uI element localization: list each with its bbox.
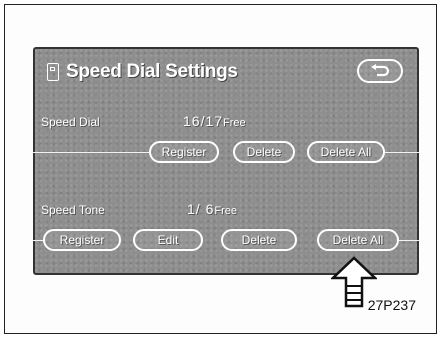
divider-line <box>33 152 149 153</box>
speed-tone-delete-all-button[interactable]: Delete All <box>317 229 399 251</box>
speed-dial-delete-button[interactable]: Delete <box>233 141 295 163</box>
speed-tone-delete-button[interactable]: Delete <box>221 229 297 251</box>
figure-frame: Speed Dial Settings Speed Dial 16/17Free… <box>4 4 437 334</box>
speed-dial-delete-all-button[interactable]: Delete All <box>307 141 385 163</box>
speed-tone-count: 1/ 6Free <box>187 201 237 217</box>
speed-dial-register-button[interactable]: Register <box>149 141 219 163</box>
figure-reference: 27P237 <box>367 297 416 313</box>
display-screen: Speed Dial Settings Speed Dial 16/17Free… <box>33 47 419 275</box>
speed-dial-label: Speed Dial <box>41 115 100 129</box>
back-button[interactable] <box>357 59 403 83</box>
speed-tone-register-button[interactable]: Register <box>43 229 121 251</box>
title-bar: Speed Dial Settings <box>47 59 238 85</box>
divider-line <box>33 240 43 241</box>
phone-icon <box>47 63 59 81</box>
page-title: Speed Dial Settings <box>66 61 238 82</box>
divider-line <box>399 240 419 241</box>
speed-dial-count: 16/17Free <box>183 113 246 129</box>
speed-tone-edit-button[interactable]: Edit <box>133 229 203 251</box>
divider-line <box>385 152 419 153</box>
return-arrow-icon <box>371 64 390 77</box>
speed-tone-label: Speed Tone <box>41 203 105 217</box>
